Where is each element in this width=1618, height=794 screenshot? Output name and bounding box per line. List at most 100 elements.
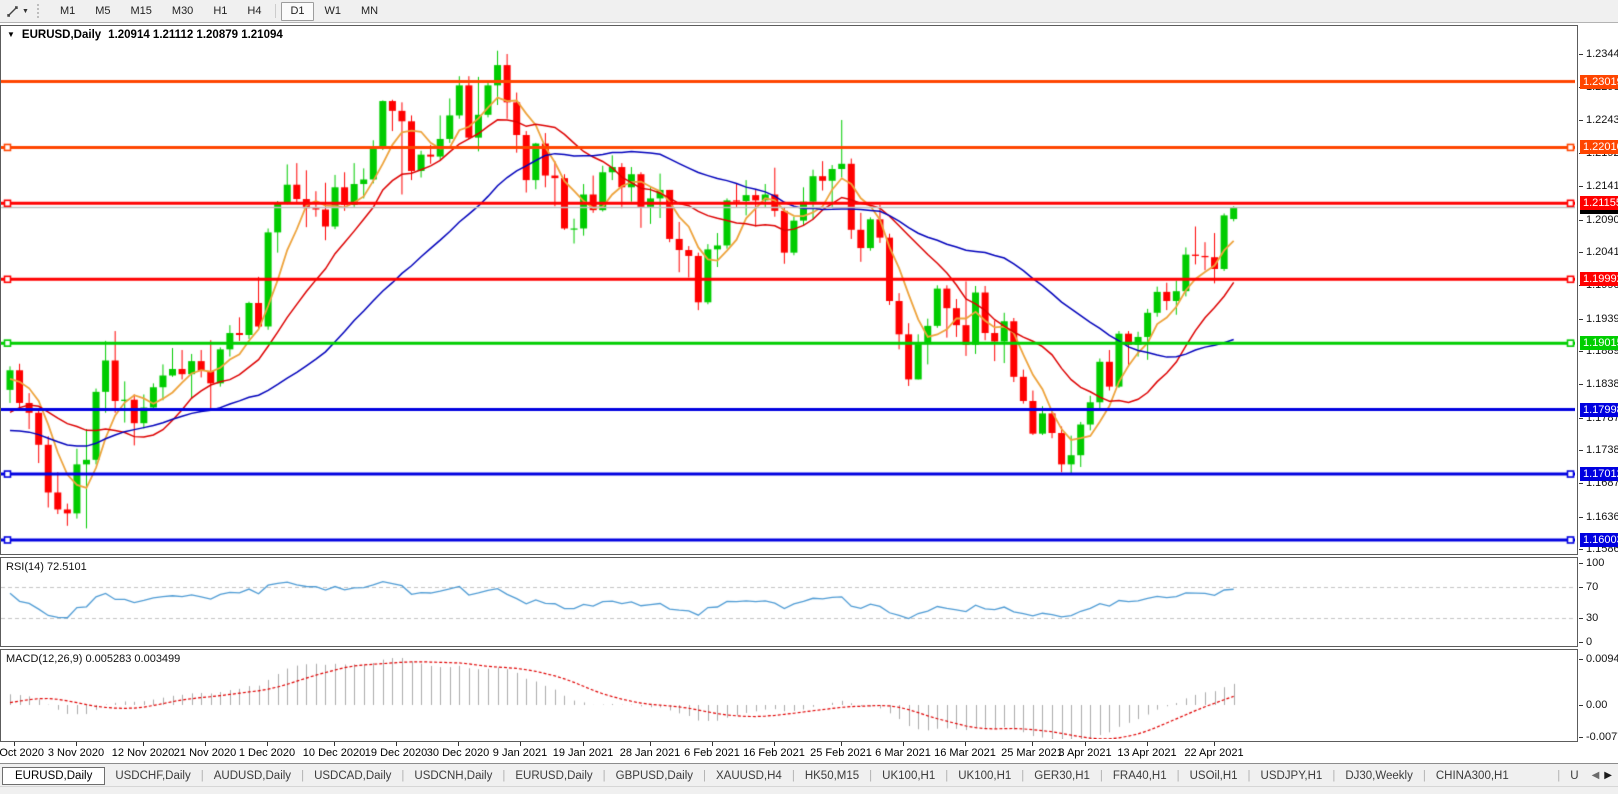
tab-scroll-controls: ◀ ▶ xyxy=(1588,770,1618,781)
tab-usdcnh-daily[interactable]: USDCNH,Daily xyxy=(405,767,501,785)
price-level-label: 1.16003 xyxy=(1580,532,1618,547)
tab-eurusd-daily-active[interactable]: EURUSD,Daily xyxy=(2,766,106,785)
chart-tab-bar: EURUSD,Daily USDCHF,Daily | AUDUSD,Daily | US… xyxy=(0,763,1618,787)
toolbar-grip-handle[interactable] xyxy=(36,4,43,18)
date-axis-tickmark xyxy=(143,742,144,746)
price-axis-tick: 1.16360 xyxy=(1578,511,1618,523)
chevron-down-icon: ▼ xyxy=(22,7,29,15)
tab-usdchf-daily[interactable]: USDCHF,Daily xyxy=(106,767,199,785)
price-axis-tick: 1.18385 xyxy=(1578,378,1618,390)
cursor-tool-icon xyxy=(7,5,18,17)
status-bar xyxy=(0,786,1618,794)
tab-separator: | xyxy=(502,769,506,782)
tab-separator: | xyxy=(602,769,606,782)
price-axis-tick: 1.20905 xyxy=(1578,214,1618,226)
tab-usdjpy-h1[interactable]: USDJPY,H1 xyxy=(1252,767,1332,785)
tab-uk100-h1[interactable]: UK100,H1 xyxy=(949,767,1020,785)
date-axis-label: 9 Jan 2021 xyxy=(492,747,548,759)
date-axis-label: 19 Jan 2021 xyxy=(552,747,614,759)
date-axis-tickmark xyxy=(1032,742,1033,746)
tab-u[interactable]: U xyxy=(1561,767,1587,785)
rsi-axis-tick: 70 xyxy=(1578,581,1598,593)
price-axis-tick: 1.22435 xyxy=(1578,114,1618,126)
timeframe-button-mn[interactable]: MN xyxy=(352,2,387,21)
timeframe-button-m1[interactable]: M1 xyxy=(51,2,84,21)
date-axis-label: 12 Nov 2020 xyxy=(111,747,175,759)
date-axis-tickmark xyxy=(1085,742,1086,746)
tab-eurusd-daily[interactable]: EURUSD,Daily xyxy=(506,767,601,785)
date-axis-label: 3 Apr 2021 xyxy=(1058,747,1112,759)
date-axis-tickmark xyxy=(650,742,651,746)
tab-xauusd-h4[interactable]: XAUUSD,H4 xyxy=(707,767,791,785)
tab-separator: | xyxy=(1247,769,1251,782)
timeframe-button-group: M1 M5 M15 M30 H1 H4 D1 W1 MN xyxy=(50,1,388,21)
main-price-chart-panel: ▼ EURUSD,Daily 1.20914 1.21112 1.20879 1… xyxy=(0,25,1578,555)
tab-separator: | xyxy=(401,769,405,782)
top-toolbar: ▼ M1 M5 M15 M30 H1 H4 D1 W1 MN xyxy=(0,0,1618,23)
date-axis-label: 16 Feb 2021 xyxy=(743,747,805,759)
tab-usdcad-daily[interactable]: USDCAD,Daily xyxy=(305,767,400,785)
date-axis: 24 Oct 20203 Nov 2020 12 Nov 202021 Nov 2… xyxy=(0,742,1618,763)
date-axis-tickmark xyxy=(76,742,77,746)
tab-usoil-h1[interactable]: USOil,H1 xyxy=(1181,767,1247,785)
price-axis-tick: 1.20410 xyxy=(1578,246,1618,258)
date-axis-tickmark xyxy=(205,742,206,746)
tab-separator: | xyxy=(945,769,949,782)
tab-dj30-weekly[interactable]: DJ30,Weekly xyxy=(1336,767,1422,785)
macd-axis-tick: 0.00 xyxy=(1578,699,1607,711)
date-axis-tickmark xyxy=(334,742,335,746)
timeframe-button-m15[interactable]: M15 xyxy=(122,2,161,21)
rsi-indicator-panel: RSI(14) 72.5101 xyxy=(0,557,1578,647)
tab-separator: | xyxy=(791,769,795,782)
macd-canvas[interactable] xyxy=(1,650,1575,739)
macd-indicator-panel: MACD(12,26,9) 0.005283 0.003499 xyxy=(0,649,1578,742)
tab-separator: | xyxy=(1176,769,1180,782)
rsi-axis-tick: 0 xyxy=(1578,636,1592,648)
tab-audusd-daily[interactable]: AUDUSD,Daily xyxy=(205,767,300,785)
tab-uk100-h1[interactable]: UK100,H1 xyxy=(873,767,944,785)
macd-axis-tick: 0.009478 xyxy=(1578,653,1618,665)
tab-scroll-right-icon[interactable]: ▶ xyxy=(1604,770,1612,781)
tab-ger30-h1[interactable]: GER30,H1 xyxy=(1025,767,1099,785)
tab-separator: | xyxy=(1021,769,1025,782)
price-level-label: 1.22010 xyxy=(1580,140,1618,155)
tab-fra40-h1[interactable]: FRA40,H1 xyxy=(1104,767,1176,785)
date-axis-label: 13 Apr 2021 xyxy=(1117,747,1177,759)
main-chart-canvas[interactable] xyxy=(1,26,1575,552)
date-axis-label: 22 Apr 2021 xyxy=(1184,747,1244,759)
timeframe-button-h4[interactable]: H4 xyxy=(238,2,270,21)
tab-scroll-left-icon[interactable]: ◀ xyxy=(1592,770,1600,781)
tab-gbpusd-daily[interactable]: GBPUSD,Daily xyxy=(607,767,702,785)
date-axis-label: 1 Dec 2020 xyxy=(238,747,296,759)
date-axis-label: 24 Oct 2020 xyxy=(0,747,44,759)
date-axis-label: 16 Mar 2021 xyxy=(934,747,996,759)
timeframe-button-d1[interactable]: D1 xyxy=(281,1,314,21)
cursor-tool-button[interactable]: ▼ xyxy=(4,4,31,19)
tab-separator: | xyxy=(1557,769,1561,782)
tab-china300-h1[interactable]: CHINA300,H1 xyxy=(1427,767,1518,785)
date-axis-label: 3 Nov 2020 xyxy=(47,747,105,759)
date-axis-tickmark xyxy=(14,742,15,746)
date-axis-label: 19 Dec 2020 xyxy=(364,747,428,759)
timeframe-button-m30[interactable]: M30 xyxy=(163,2,202,21)
date-axis-tickmark xyxy=(458,742,459,746)
date-axis-label: 6 Feb 2021 xyxy=(684,747,740,759)
date-axis-label: 25 Mar 2021 xyxy=(1001,747,1063,759)
date-axis-label: 10 Dec 2020 xyxy=(302,747,366,759)
rsi-axis-tick: 30 xyxy=(1578,612,1598,624)
date-axis-label: 30 Dec 2020 xyxy=(426,747,490,759)
date-axis-tickmark xyxy=(583,742,584,746)
timeframe-button-h1[interactable]: H1 xyxy=(204,2,236,21)
rsi-scale-axis: 100 70 30 0 xyxy=(1578,557,1618,648)
timeframe-button-w1[interactable]: W1 xyxy=(316,2,351,21)
date-axis-tickmark xyxy=(520,742,521,746)
tab-hk50-m15[interactable]: HK50,M15 xyxy=(796,767,868,785)
date-axis-label: 21 Nov 2020 xyxy=(173,747,237,759)
tab-separator: | xyxy=(301,769,305,782)
rsi-axis-tick: 100 xyxy=(1578,557,1604,569)
price-axis-tick: 1.17380 xyxy=(1578,444,1618,456)
timeframe-button-m5[interactable]: M5 xyxy=(86,2,119,21)
price-level-label: 1.17012 xyxy=(1580,467,1618,482)
macd-scale-axis: 0.009478 0.00 -0.00777 xyxy=(1578,649,1618,743)
rsi-canvas[interactable] xyxy=(1,558,1575,644)
